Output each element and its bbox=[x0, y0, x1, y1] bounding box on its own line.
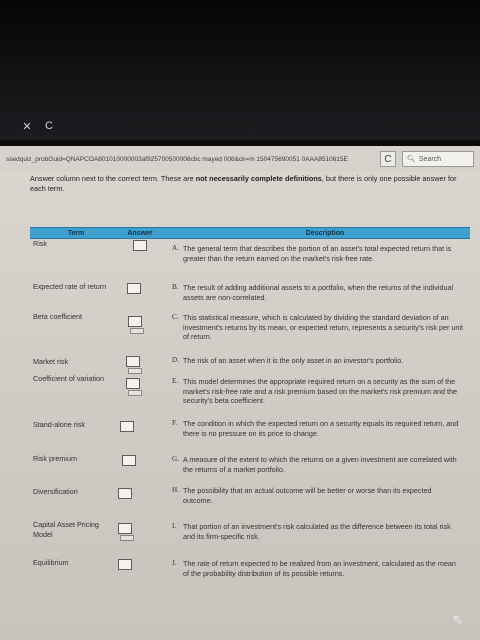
answer-input[interactable] bbox=[126, 378, 140, 389]
browser-tab-strip: ✕ C bbox=[0, 0, 480, 140]
description-letter: E. bbox=[172, 377, 179, 385]
description-text: A measure of the extent to which the ret… bbox=[183, 455, 457, 474]
description-text: The risk of an asset when it is the only… bbox=[183, 356, 404, 365]
answer-input[interactable] bbox=[133, 240, 147, 251]
term-label: Market risk bbox=[33, 357, 69, 366]
description-text: The possibility that an actual outcome w… bbox=[183, 486, 432, 505]
search-placeholder: Search bbox=[418, 155, 442, 163]
description-text: This statistical measure, which is calcu… bbox=[183, 313, 463, 342]
url-field[interactable]: ssedquiz_probGuid=QNAPCOA801010000003af9… bbox=[6, 156, 374, 163]
header-answer: Answer bbox=[127, 230, 153, 237]
answer-input-shadow bbox=[120, 535, 134, 541]
term-label: Diversification bbox=[33, 487, 78, 496]
mouse-cursor-icon: ⇖ bbox=[452, 611, 464, 627]
search-field[interactable]: 🔍︎ Search bbox=[402, 151, 474, 167]
description-letter: B. bbox=[172, 283, 179, 291]
answer-input[interactable] bbox=[118, 523, 132, 534]
answer-input[interactable] bbox=[122, 455, 136, 466]
description-text: This model determines the appropriate re… bbox=[183, 377, 457, 406]
table-header: Term Answer Description bbox=[30, 227, 470, 239]
term-label: Stand-alone risk bbox=[33, 420, 85, 429]
description-letter: C. bbox=[172, 313, 179, 321]
answer-input-shadow bbox=[128, 390, 142, 396]
description-letter: I. bbox=[172, 522, 177, 530]
description-text: The rate of return expected to be realiz… bbox=[183, 559, 456, 578]
description-text: The general term that describes the port… bbox=[183, 244, 452, 263]
tab-controls: ✕ C bbox=[20, 118, 56, 134]
description-text: The condition in which the expected retu… bbox=[183, 419, 459, 438]
instructions: Answer column next to the correct term. … bbox=[30, 174, 460, 194]
quiz-page: Answer column next to the correct term. … bbox=[0, 172, 480, 640]
search-icon: 🔍︎ bbox=[407, 156, 416, 163]
term-label: Coefficient of variation bbox=[33, 374, 104, 383]
term-label: Beta coefficient bbox=[33, 312, 83, 321]
header-description: Description bbox=[305, 230, 345, 237]
address-bar: ssedquiz_probGuid=QNAPCOA801010000003af9… bbox=[0, 146, 480, 172]
instructions-emphasis: not necessarily complete definitions bbox=[195, 174, 322, 183]
description-letter: A. bbox=[172, 244, 179, 252]
answer-input[interactable] bbox=[128, 316, 142, 327]
description-text: The result of adding additional assets t… bbox=[183, 283, 454, 302]
reload-tab-icon[interactable]: C bbox=[42, 120, 56, 132]
reload-button[interactable]: C bbox=[380, 151, 396, 167]
description-letter: J. bbox=[172, 559, 177, 567]
description-letter: G. bbox=[172, 455, 179, 463]
term-label: Capital Asset Pricing Model bbox=[33, 520, 99, 539]
description-letter: F. bbox=[172, 419, 178, 427]
term-label: Equilibrium bbox=[33, 558, 69, 567]
description-text: That portion of an investment's risk cal… bbox=[183, 522, 451, 541]
instructions-lead: Answer column next to the correct term. … bbox=[30, 174, 196, 183]
term-label: Expected rate of return bbox=[33, 282, 107, 291]
answer-input[interactable] bbox=[118, 488, 132, 499]
description-letter: H. bbox=[172, 486, 179, 494]
answer-input[interactable] bbox=[118, 559, 132, 570]
answer-input[interactable] bbox=[120, 421, 134, 432]
answer-input-shadow bbox=[128, 368, 142, 374]
close-tab-icon[interactable]: ✕ bbox=[20, 120, 34, 133]
description-letter: D. bbox=[172, 356, 179, 364]
answer-input-shadow bbox=[130, 328, 144, 334]
answer-input[interactable] bbox=[127, 283, 141, 294]
answer-input[interactable] bbox=[126, 356, 140, 367]
term-label: Risk bbox=[33, 239, 47, 248]
term-label: Risk premium bbox=[33, 454, 77, 463]
